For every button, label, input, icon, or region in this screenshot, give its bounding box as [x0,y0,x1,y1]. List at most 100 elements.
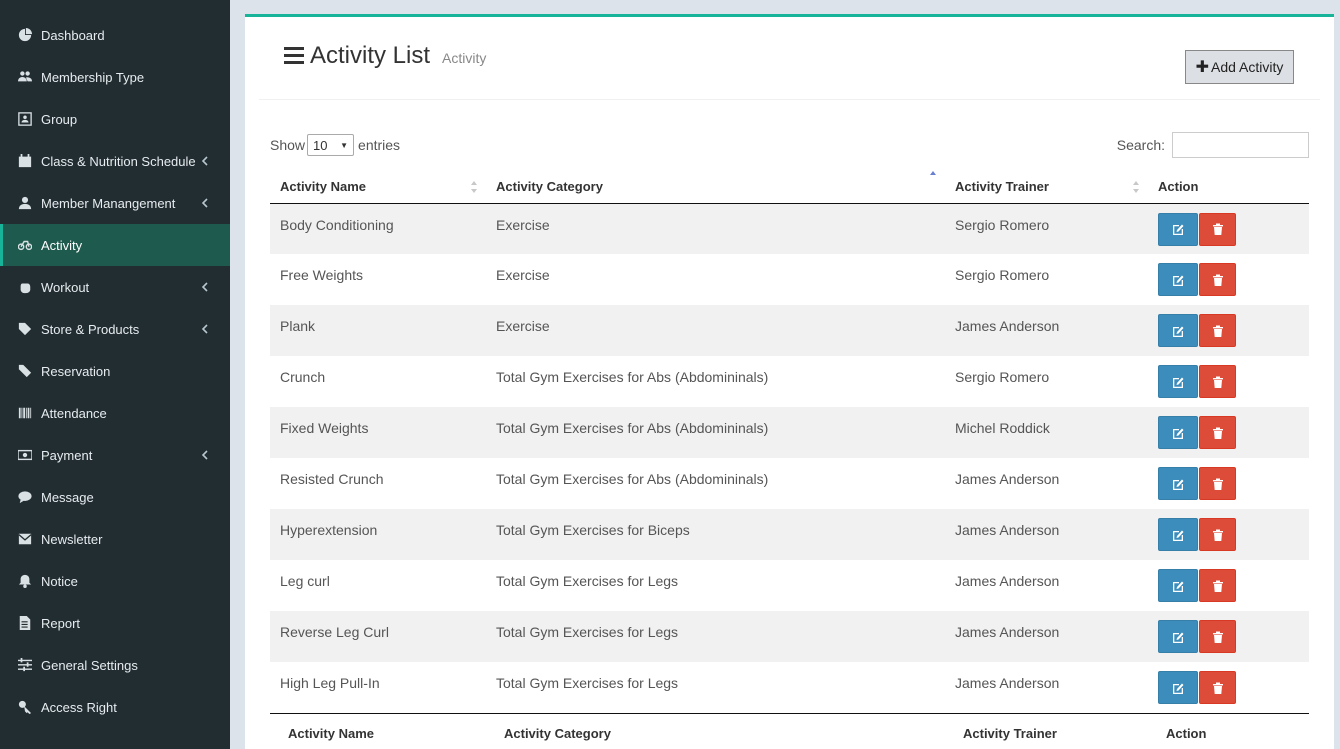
sidebar-item-label: Group [41,111,78,127]
trash-icon [1212,325,1223,337]
sidebar-item-member-manangement[interactable]: Member Manangement [0,182,230,224]
edit-button[interactable] [1158,467,1198,500]
table-header: Activity Name Activity Category Activity… [270,170,1309,203]
sidebar-item-label: Message [41,489,94,505]
edit-icon [1173,683,1184,694]
cell-activity-name: Free Weights [280,267,363,283]
sidebar-item-label: Membership Type [41,69,145,85]
sidebar-item-label: Report [41,615,81,631]
cell-activity-trainer: James Anderson [955,573,1060,589]
sidebar-item-group[interactable]: Group [0,98,230,140]
box-header: Activity List Activity ✚ Add Activity [259,17,1320,100]
sidebar-item-label: General Settings [41,657,138,673]
edit-button[interactable] [1158,416,1198,449]
table-body: Body Conditioning Exercise Sergio Romero Fr… [270,203,1309,713]
cell-activity-name: Leg curl [280,573,330,589]
delete-button[interactable] [1199,314,1236,347]
column-header-activity-name[interactable]: Activity Name [270,170,486,203]
delete-button[interactable] [1199,620,1236,653]
column-header-action: Action [1148,170,1309,203]
sidebar-item-payment[interactable]: Payment [0,434,230,476]
edit-button[interactable] [1158,212,1198,246]
edit-button[interactable] [1158,518,1198,551]
cell-activity-category: Total Gym Exercises for Abs (Abdomininal… [496,369,769,385]
content-box: Activity List Activity ✚ Add Activity Sh… [245,14,1334,749]
cell-activity-name: Hyperextension [280,522,378,538]
sidebar-item-label: Store & Products [41,321,140,337]
bicycle-icon [16,236,34,254]
comment-icon [16,488,34,506]
sidebar-item-workout[interactable]: Workout [0,266,230,308]
sidebar-item-newsletter[interactable]: Newsletter [0,518,230,560]
cell-activity-name: Resisted Crunch [280,471,384,487]
trash-icon [1212,274,1223,286]
column-header-label: Activity Name [280,178,366,194]
sidebar-item-access-right[interactable]: Access Right [0,686,230,728]
sidebar-item-label: Dashboard [41,27,105,43]
delete-button[interactable] [1199,569,1236,602]
activity-table: Activity Name Activity Category Activity… [270,170,1309,749]
table-row: Hyperextension Total Gym Exercises for Bi… [270,509,1309,560]
sidebar-item-message[interactable]: Message [0,476,230,518]
edit-icon [1173,377,1184,388]
sidebar-item-activity[interactable]: Activity [0,224,230,266]
delete-button[interactable] [1199,416,1236,449]
edit-icon [1173,581,1184,592]
search-label: Search: [1116,137,1165,153]
cell-action [1148,662,1309,713]
table-row: Free Weights Exercise Sergio Romero [270,254,1309,305]
money-icon [16,446,34,464]
edit-button[interactable] [1158,671,1198,704]
delete-button[interactable] [1199,467,1236,500]
page-size-select[interactable]: 10 ▼ [307,134,355,156]
footer-action: Action [1166,725,1207,741]
delete-button[interactable] [1199,365,1236,398]
edit-icon [1173,326,1184,337]
delete-button[interactable] [1199,263,1236,296]
sort-both-icon [470,180,478,194]
cell-activity-category: Total Gym Exercises for Abs (Abdomininal… [496,471,769,487]
delete-button[interactable] [1199,518,1236,551]
search-input[interactable] [1172,132,1309,158]
sidebar-item-label: Payment [41,447,93,463]
edit-icon [1173,224,1184,235]
sidebar-item-general-settings[interactable]: General Settings [0,644,230,686]
sidebar-item-reservation[interactable]: Reservation [0,350,230,392]
search-control: Search: [1117,132,1309,158]
delete-button[interactable] [1199,212,1236,246]
cell-activity-name: Crunch [280,369,326,385]
page-title-area: Activity List Activity [284,42,486,70]
table-controls: Show 10 ▼ entries Search: [270,132,1309,160]
sidebar-item-attendance[interactable]: Attendance [0,392,230,434]
sidebar-item-label: Notice [41,573,78,589]
table-row: High Leg Pull-In Total Gym Exercises for … [270,662,1309,713]
edit-button[interactable] [1158,365,1198,398]
cell-activity-category: Exercise [496,318,550,334]
add-activity-button[interactable]: ✚ Add Activity [1185,50,1294,84]
column-header-activity-category[interactable]: Activity Category [486,170,945,203]
sidebar-item-dashboard[interactable]: Dashboard [0,14,230,56]
sort-asc-icon [929,170,937,184]
column-header-label: Activity Category [496,178,603,194]
column-header-activity-trainer[interactable]: Activity Trainer [945,170,1148,203]
sidebar-nav: Dashboard Membership Type Group Class & Nut… [0,0,230,728]
users-icon [16,68,34,86]
edit-button[interactable] [1158,263,1198,296]
show-label: Show [270,137,306,153]
sidebar-item-class-nutrition-schedule[interactable]: Class & Nutrition Schedule [0,140,230,182]
trash-icon [1212,529,1223,541]
sidebar-item-membership-type[interactable]: Membership Type [0,56,230,98]
list-icon [284,47,304,65]
sidebar-item-store-products[interactable]: Store & Products [0,308,230,350]
key-icon [16,698,34,716]
sidebar-item-report[interactable]: Report [0,602,230,644]
edit-button[interactable] [1158,314,1198,347]
edit-button[interactable] [1158,569,1198,602]
cell-action [1148,203,1309,254]
trash-icon [1212,427,1223,439]
sidebar-item-notice[interactable]: Notice [0,560,230,602]
delete-button[interactable] [1199,671,1236,704]
edit-button[interactable] [1158,620,1198,653]
page-title: Activity List [310,42,431,69]
cell-activity-trainer: Sergio Romero [955,216,1050,233]
